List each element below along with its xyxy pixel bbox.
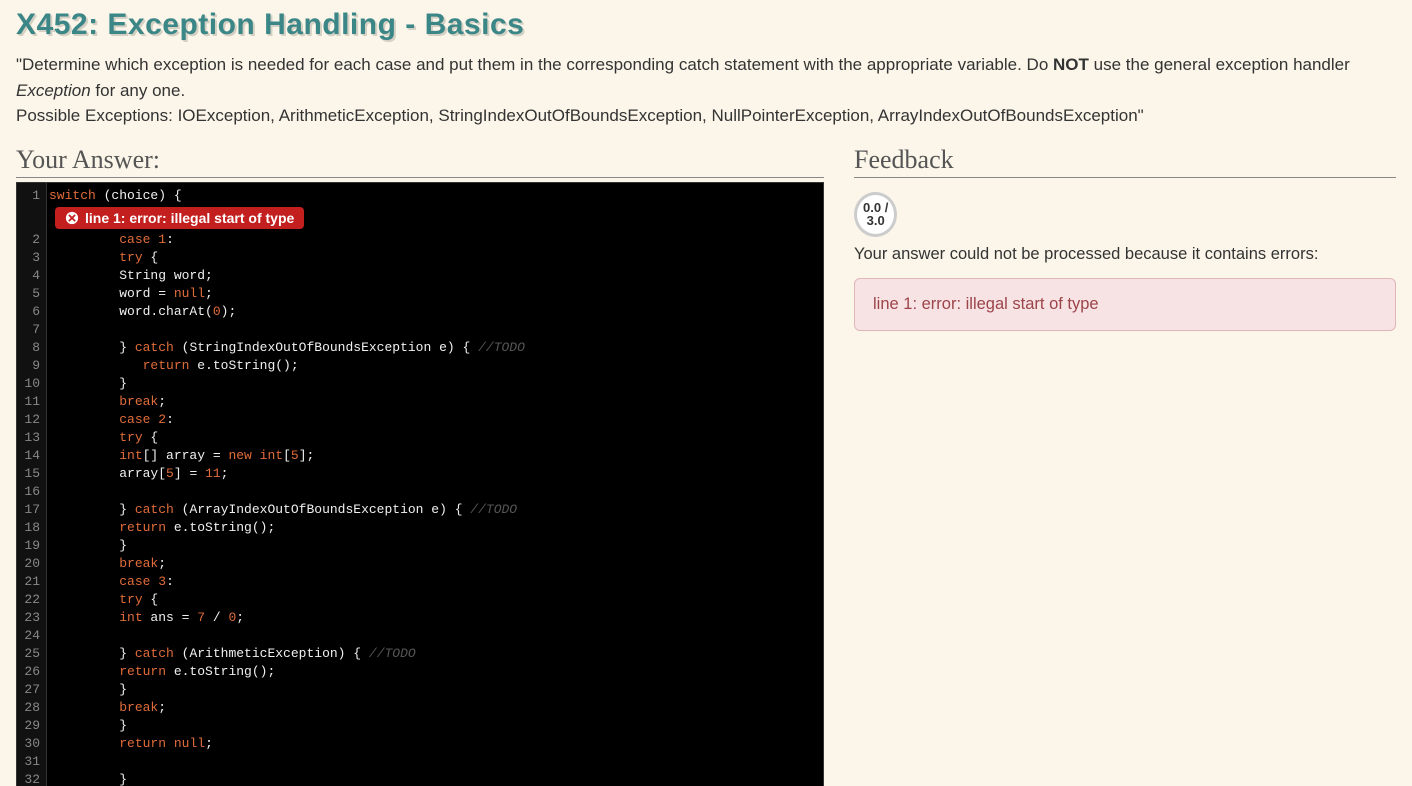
your-answer-heading: Your Answer: [16,145,824,178]
line-number: 30 [23,735,40,753]
code-line[interactable] [49,627,821,645]
code-line[interactable]: int[] array = new int[5]; [49,447,821,465]
line-number: 22 [23,591,40,609]
code-line[interactable]: } [49,537,821,555]
prompt-text: "Determine which exception is needed for… [16,55,1053,74]
prompt-text: use the general exception handler [1089,55,1350,74]
code-line[interactable]: break; [49,555,821,573]
line-number: 18 [23,519,40,537]
line-number: 11 [23,393,40,411]
code-line[interactable]: } [49,375,821,393]
code-line[interactable]: break; [49,393,821,411]
inline-error-bubble: line 1: error: illegal start of type [55,207,304,229]
line-number: 31 [23,753,40,771]
line-number-gutter: 1234567891011121314151617181920212223242… [17,183,47,786]
line-number: 7 [23,321,40,339]
code-line[interactable]: break; [49,699,821,717]
code-line[interactable]: return e.toString(); [49,357,821,375]
feedback-heading: Feedback [854,145,1396,178]
prompt-bold: NOT [1053,55,1089,74]
feedback-error-panel: line 1: error: illegal start of type [854,278,1396,331]
code-line[interactable]: word.charAt(0); [49,303,821,321]
code-line[interactable]: try { [49,249,821,267]
line-number: 9 [23,357,40,375]
score-total: 3.0 [867,213,885,228]
line-number: 26 [23,663,40,681]
code-line[interactable]: switch (choice) { [49,187,821,205]
line-number: 19 [23,537,40,555]
line-number: 27 [23,681,40,699]
code-line[interactable]: } catch (StringIndexOutOfBoundsException… [49,339,821,357]
line-number: 14 [23,447,40,465]
code-line[interactable]: try { [49,429,821,447]
line-number: 10 [23,375,40,393]
code-editor[interactable]: 1234567891011121314151617181920212223242… [16,182,824,786]
code-line[interactable]: String word; [49,267,821,285]
code-line[interactable] [49,321,821,339]
prompt-text: for any one. [91,81,186,100]
code-line[interactable]: case 1: [49,231,821,249]
code-line[interactable]: } catch (ArithmeticException) { //TODO [49,645,821,663]
feedback-text: Your answer could not be processed becau… [854,245,1396,264]
line-number: 12 [23,411,40,429]
line-number: 28 [23,699,40,717]
code-area[interactable]: switch (choice) { line 1: error: illegal … [47,183,823,786]
line-number: 2 [23,231,40,249]
line-number: 1 [23,187,40,231]
line-number: 24 [23,627,40,645]
code-line[interactable]: case 2: [49,411,821,429]
line-number: 16 [23,483,40,501]
feedback-error-text: line 1: error: illegal start of type [873,295,1099,313]
prompt-italic: Exception [16,81,91,100]
line-number: 6 [23,303,40,321]
line-number: 3 [23,249,40,267]
line-number: 29 [23,717,40,735]
code-line[interactable]: return null; [49,735,821,753]
error-icon [65,211,79,225]
line-number: 20 [23,555,40,573]
line-number: 13 [23,429,40,447]
code-line[interactable]: } [49,771,821,786]
line-number: 32 [23,771,40,786]
line-number: 5 [23,285,40,303]
code-line[interactable]: try { [49,591,821,609]
code-line[interactable] [49,753,821,771]
page-title: X452: Exception Handling - Basics [16,8,1396,42]
code-line[interactable]: word = null; [49,285,821,303]
line-number: 25 [23,645,40,663]
line-number: 21 [23,573,40,591]
line-number: 4 [23,267,40,285]
prompt-text: Possible Exceptions: IOException, Arithm… [16,106,1144,125]
line-number: 15 [23,465,40,483]
code-line[interactable]: return e.toString(); [49,663,821,681]
score-badge: 0.0 / 3.0 [854,192,897,237]
code-line[interactable]: case 3: [49,573,821,591]
code-line[interactable]: int ans = 7 / 0; [49,609,821,627]
code-line[interactable]: } [49,717,821,735]
code-line[interactable]: array[5] = 11; [49,465,821,483]
line-number: 8 [23,339,40,357]
exercise-prompt: "Determine which exception is needed for… [16,52,1396,129]
line-number: 17 [23,501,40,519]
code-line[interactable]: } [49,681,821,699]
code-line[interactable]: return e.toString(); [49,519,821,537]
code-line[interactable]: } catch (ArrayIndexOutOfBoundsException … [49,501,821,519]
line-number: 23 [23,609,40,627]
code-line[interactable] [49,483,821,501]
